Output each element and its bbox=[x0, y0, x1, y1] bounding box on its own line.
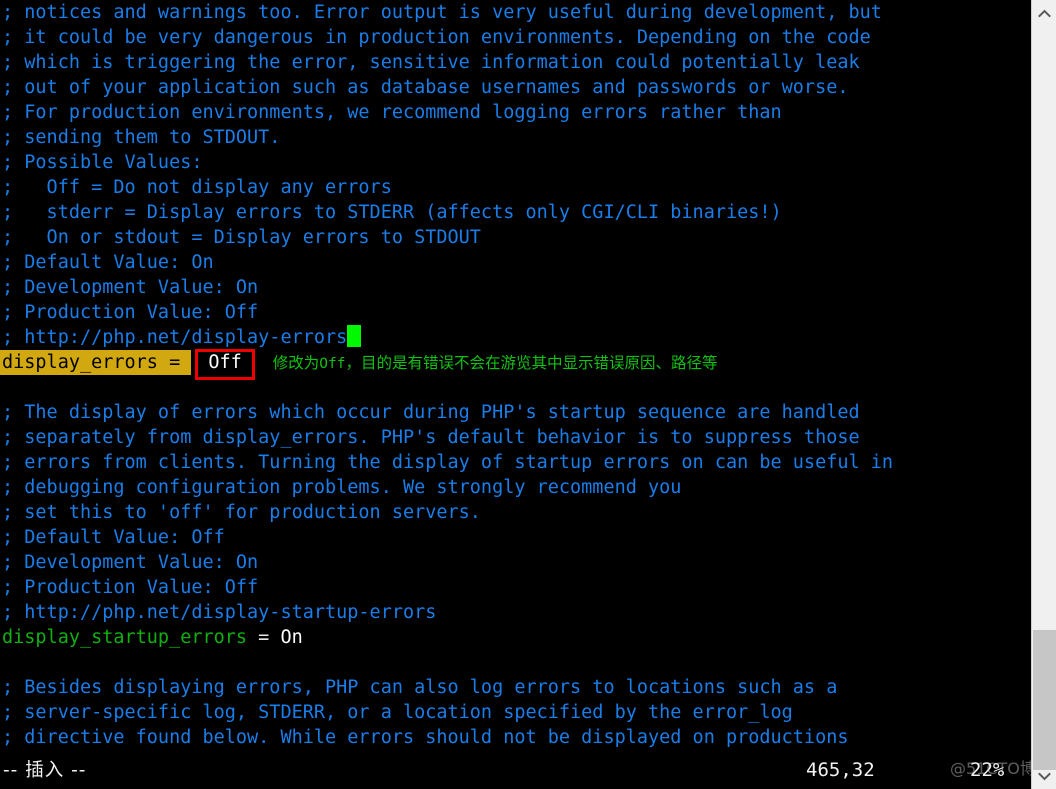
line-text: ; Off = Do not display any errors bbox=[2, 177, 392, 198]
buffer-line[interactable]: ; directive found below. While errors sh… bbox=[0, 725, 1031, 750]
line-text: ; The display of errors which occur duri… bbox=[2, 402, 860, 423]
buffer-line[interactable]: ; out of your application such as databa… bbox=[0, 75, 1031, 100]
buffer-line[interactable]: ; Default Value: Off bbox=[0, 525, 1031, 550]
buffer-line[interactable] bbox=[0, 650, 1031, 675]
buffer-line[interactable]: ; For production environments, we recomm… bbox=[0, 100, 1031, 125]
line-text: ; Besides displaying errors, PHP can als… bbox=[2, 677, 838, 698]
buffer-line[interactable]: ; server-specific log, STDERR, or a loca… bbox=[0, 700, 1031, 725]
status-line: -- 插入 -- 465,32 22% bbox=[0, 752, 1031, 789]
vertical-scrollbar[interactable] bbox=[1031, 0, 1056, 789]
buffer-line[interactable]: ; Production Value: Off bbox=[0, 300, 1031, 325]
line-text: ; set this to 'off' for production serve… bbox=[2, 502, 481, 523]
editor-mode-indicator: -- 插入 -- bbox=[3, 760, 87, 781]
highlighted-config-key: display_errors = bbox=[0, 350, 192, 375]
vim-terminal-window: ; notices and warnings too. Error output… bbox=[0, 0, 1056, 789]
buffer-line[interactable]: ; Development Value: On bbox=[0, 275, 1031, 300]
line-text: ; notices and warnings too. Error output… bbox=[2, 2, 882, 23]
cursor-position-indicator: 465,32 bbox=[806, 759, 875, 781]
config-value: On bbox=[280, 627, 303, 648]
config-key: display_startup_errors bbox=[2, 627, 248, 648]
buffer-line[interactable]: ; errors from clients. Turning the displ… bbox=[0, 450, 1031, 475]
buffer-line[interactable]: ; debugging configuration problems. We s… bbox=[0, 475, 1031, 500]
chevron-down-icon[interactable] bbox=[1032, 765, 1056, 787]
buffer-line[interactable]: ; The display of errors which occur duri… bbox=[0, 400, 1031, 425]
chevron-up-icon[interactable] bbox=[1032, 2, 1056, 24]
annotation-text: 修改为Off，目的是有错误不会在游览其中显示错误原因、路径等 bbox=[273, 354, 718, 372]
buffer-line[interactable]: ; separately from display_errors. PHP's … bbox=[0, 425, 1031, 450]
buffer-line[interactable]: ; it could be very dangerous in producti… bbox=[0, 25, 1031, 50]
line-text: ; Development Value: On bbox=[2, 552, 259, 573]
line-text: ; errors from clients. Turning the displ… bbox=[2, 452, 894, 473]
buffer-line[interactable]: ; notices and warnings too. Error output… bbox=[0, 0, 1031, 25]
editor-pane[interactable]: ; notices and warnings too. Error output… bbox=[0, 0, 1031, 789]
annotation-prefix: 修改为 bbox=[272, 354, 320, 372]
scroll-percent-indicator: 22% bbox=[970, 759, 1005, 781]
line-text: ; Possible Values: bbox=[2, 152, 203, 173]
line-text: ; it could be very dangerous in producti… bbox=[2, 27, 871, 48]
buffer-line[interactable]: ; Off = Do not display any errors bbox=[0, 175, 1031, 200]
line-text: ; debugging configuration problems. We s… bbox=[2, 477, 682, 498]
text-cursor bbox=[347, 325, 362, 347]
line-text: ; Production Value: Off bbox=[2, 577, 259, 598]
line-text: ; separately from display_errors. PHP's … bbox=[2, 427, 860, 448]
edited-config-line[interactable]: display_errors = Off 修改为Off，目的是有错误不会在游览其中… bbox=[0, 349, 1031, 380]
scrollbar-thumb[interactable] bbox=[1033, 630, 1056, 770]
line-text: ; On or stdout = Display errors to STDOU… bbox=[2, 227, 481, 248]
line-text: ; sending them to STDOUT. bbox=[2, 127, 281, 148]
buffer-line[interactable]: ; On or stdout = Display errors to STDOU… bbox=[0, 225, 1031, 250]
buffer-line[interactable]: ; http://php.net/display-errors bbox=[0, 325, 1031, 350]
text-buffer[interactable]: ; notices and warnings too. Error output… bbox=[0, 0, 1031, 752]
line-text: ; http://php.net/display-errors bbox=[2, 327, 348, 348]
boxed-config-value: Off bbox=[195, 349, 255, 380]
buffer-line[interactable]: ; Production Value: Off bbox=[0, 575, 1031, 600]
line-text: ; Default Value: On bbox=[2, 252, 214, 273]
buffer-line[interactable]: ; sending them to STDOUT. bbox=[0, 125, 1031, 150]
buffer-line[interactable]: display_startup_errors = On bbox=[0, 625, 1031, 650]
line-text: ; which is triggering the error, sensiti… bbox=[2, 52, 860, 73]
line-text: ; http://php.net/display-startup-errors bbox=[2, 602, 437, 623]
buffer-line[interactable]: ; Besides displaying errors, PHP can als… bbox=[0, 675, 1031, 700]
annotation-suffix: ，目的是有错误不会在游览其中显示错误原因、路径等 bbox=[345, 354, 718, 372]
buffer-line[interactable]: ; stderr = Display errors to STDERR (aff… bbox=[0, 200, 1031, 225]
config-equals: = bbox=[247, 627, 281, 648]
buffer-line[interactable]: ; Possible Values: bbox=[0, 150, 1031, 175]
buffer-line[interactable]: ; Default Value: On bbox=[0, 250, 1031, 275]
line-text: ; For production environments, we recomm… bbox=[2, 102, 782, 123]
buffer-line[interactable]: ; set this to 'off' for production serve… bbox=[0, 500, 1031, 525]
buffer-line[interactable] bbox=[0, 375, 1031, 400]
line-text: ; out of your application such as databa… bbox=[2, 77, 849, 98]
annotation-value: Off bbox=[319, 356, 346, 372]
buffer-line[interactable]: ; Development Value: On bbox=[0, 550, 1031, 575]
line-text: ; Development Value: On bbox=[2, 277, 259, 298]
line-text: ; Production Value: Off bbox=[2, 302, 259, 323]
line-text: ; server-specific log, STDERR, or a loca… bbox=[2, 702, 793, 723]
line-text: ; directive found below. While errors sh… bbox=[2, 727, 849, 748]
line-text: ; stderr = Display errors to STDERR (aff… bbox=[2, 202, 782, 223]
line-text: ; Default Value: Off bbox=[2, 527, 225, 548]
buffer-line[interactable]: ; which is triggering the error, sensiti… bbox=[0, 50, 1031, 75]
buffer-line[interactable]: ; http://php.net/display-startup-errors bbox=[0, 600, 1031, 625]
